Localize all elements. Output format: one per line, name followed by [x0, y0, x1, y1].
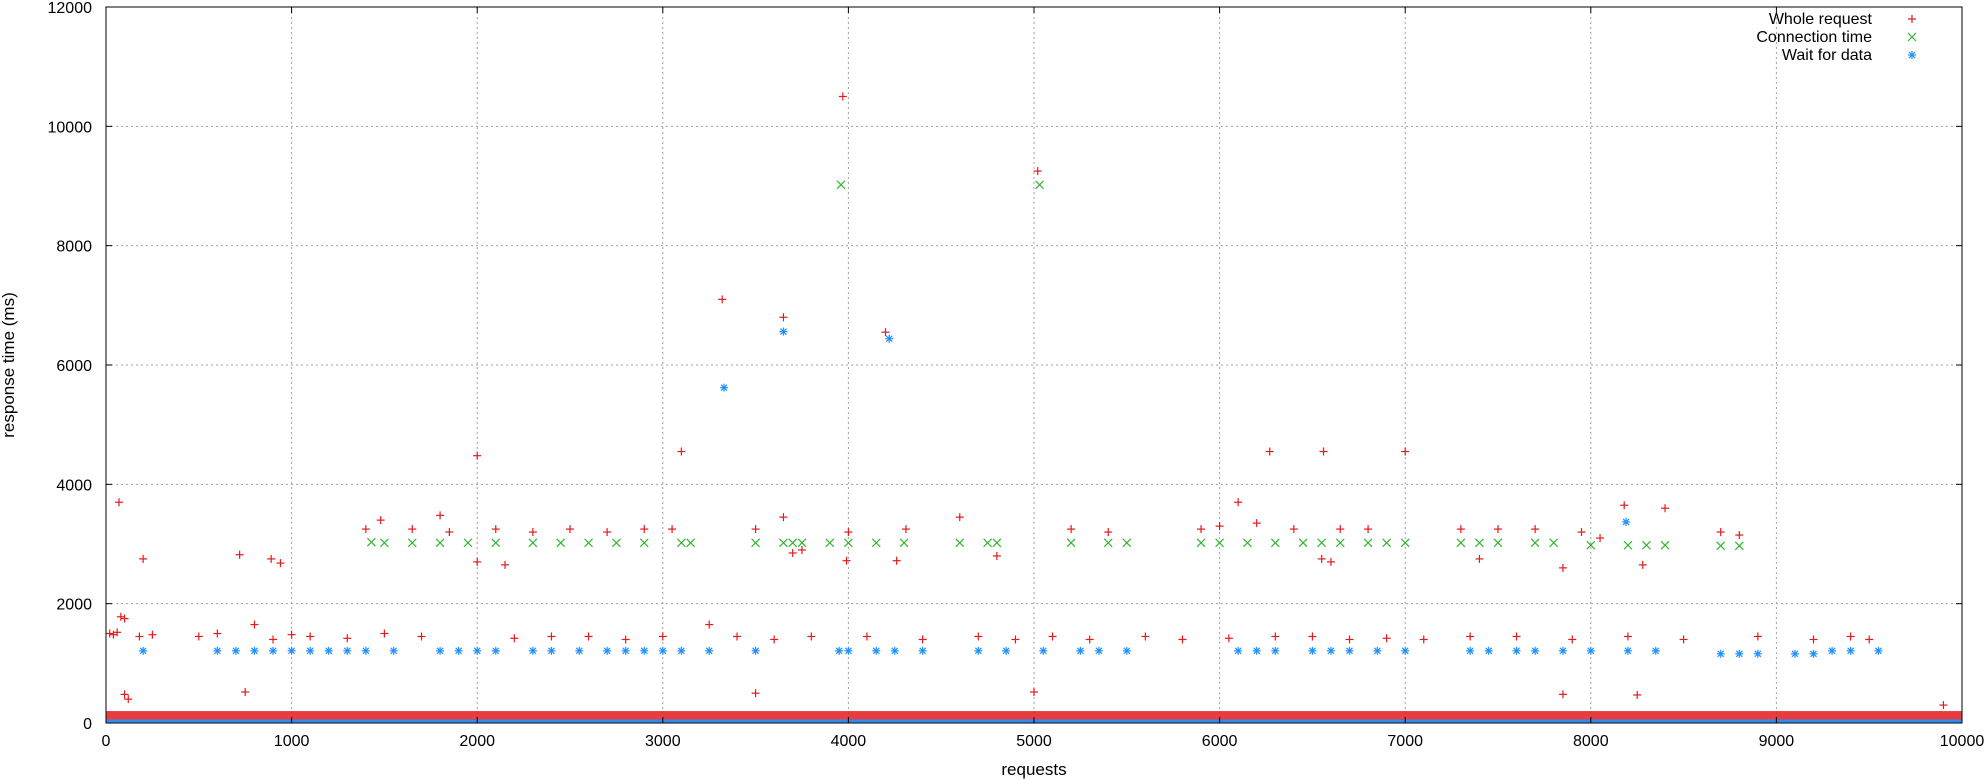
- wait-for-data-point: [1874, 646, 1883, 655]
- wait-for-data-point: [1002, 646, 1011, 655]
- wait-for-data-point: [269, 646, 278, 655]
- wait-for-data-point: [751, 646, 760, 655]
- wait-for-data-point: [1401, 646, 1410, 655]
- wait-for-data-point: [1651, 646, 1660, 655]
- x-tick-label: 10000: [1940, 733, 1985, 750]
- wait-for-data-point: [974, 646, 983, 655]
- wait-for-data-point: [575, 646, 584, 655]
- y-tick-label: 0: [83, 716, 92, 733]
- wait-for-data-point: [1623, 646, 1632, 655]
- wait-for-data-point: [658, 646, 667, 655]
- x-tick-label: 7000: [1387, 733, 1423, 750]
- x-tick-label: 0: [102, 733, 111, 750]
- wait-for-data-point: [640, 646, 649, 655]
- legend-label-connection-time: Connection time: [1756, 29, 1872, 46]
- wait-for-data-point: [1484, 646, 1493, 655]
- wait-for-data-point: [139, 646, 148, 655]
- x-tick-label: 9000: [1759, 733, 1795, 750]
- wait-for-data-point: [1809, 649, 1818, 658]
- wait-for-data-point: [872, 646, 881, 655]
- x-tick-label: 6000: [1202, 733, 1238, 750]
- wait-for-data-point: [1753, 649, 1762, 658]
- wait-for-data-point: [1846, 646, 1855, 655]
- wait-for-data-point: [1716, 649, 1725, 658]
- wait-for-data-point: [1326, 646, 1335, 655]
- wait-for-data-point: [1622, 517, 1631, 526]
- wait-for-data-point: [306, 646, 315, 655]
- y-tick-label: 6000: [56, 358, 92, 375]
- wait-for-data-point: [1122, 646, 1131, 655]
- wait-for-data-point: [1373, 646, 1382, 655]
- wait-for-data-point: [1735, 649, 1744, 658]
- y-tick-label: 12000: [48, 0, 93, 17]
- wait-for-data-point: [1345, 646, 1354, 655]
- wait-for-data-point: [779, 327, 788, 336]
- wait-for-data-point: [547, 646, 556, 655]
- wait-for-data-point: [231, 646, 240, 655]
- wait-for-data-point: [1466, 646, 1475, 655]
- wait-for-data-point: [1586, 646, 1595, 655]
- wait-for-data-point: [1308, 646, 1317, 655]
- wait-for-data-point: [705, 646, 714, 655]
- wait-for-data-point: [287, 646, 296, 655]
- x-tick-label: 1000: [274, 733, 310, 750]
- x-tick-label: 2000: [459, 733, 495, 750]
- wait-for-data-point: [1039, 646, 1048, 655]
- x-tick-label: 8000: [1573, 733, 1609, 750]
- wait-for-data-point: [491, 646, 500, 655]
- wait-for-data-point: [1094, 646, 1103, 655]
- scatter-chart: 0 1000 2000 3000 4000 5000 6000 7000 8000 9000 100…: [0, 0, 1985, 779]
- wait-for-data-point: [603, 646, 612, 655]
- wait-for-data-point: [361, 646, 370, 655]
- x-tick-label: 3000: [645, 733, 681, 750]
- x-tick-label: 4000: [831, 733, 867, 750]
- wait-for-data-point: [436, 646, 445, 655]
- wait-for-data-point: [1531, 646, 1540, 655]
- wait-for-data-point: [324, 646, 333, 655]
- y-tick-label: 10000: [48, 119, 93, 136]
- wait-for-data-point: [389, 646, 398, 655]
- wait-for-data-point: [1076, 646, 1085, 655]
- plot-background: [0, 0, 1985, 779]
- wait-for-data-point: [1271, 646, 1280, 655]
- y-tick-label: 8000: [56, 239, 92, 256]
- wait-for-data-point: [720, 383, 729, 392]
- wait-for-data-point: [473, 646, 482, 655]
- wait-for-data-point: [528, 646, 537, 655]
- y-tick-label: 4000: [56, 477, 92, 494]
- wait-for-data-point: [1234, 646, 1243, 655]
- legend-label-whole-request: Whole request: [1769, 11, 1873, 28]
- wait-for-data-point: [890, 646, 899, 655]
- wait-for-data-point: [1512, 646, 1521, 655]
- wait-for-data-point: [1252, 646, 1261, 655]
- wait-for-data-point: [677, 646, 686, 655]
- x-tick-label: 5000: [1016, 733, 1052, 750]
- wait-for-data-point: [844, 646, 853, 655]
- wait-for-data-point: [1828, 646, 1837, 655]
- y-axis-label: response time (ms): [0, 292, 18, 437]
- wait-for-data-point: [250, 646, 259, 655]
- wait-for-data-point: [885, 334, 894, 343]
- wait-for-data-point: [343, 646, 352, 655]
- wait-for-data-point: [454, 646, 463, 655]
- legend-marker-wait-for-data: [1908, 51, 1916, 59]
- wait-for-data-point: [1558, 646, 1567, 655]
- legend-label-wait-for-data: Wait for data: [1782, 47, 1872, 64]
- y-tick-label: 2000: [56, 597, 92, 614]
- wait-for-data-point: [213, 646, 222, 655]
- wait-for-data-point: [1790, 649, 1799, 658]
- wait-for-data-point: [918, 646, 927, 655]
- wait-for-data-point: [835, 646, 844, 655]
- x-axis-label: requests: [1001, 760, 1066, 779]
- wait-for-data-point: [621, 646, 630, 655]
